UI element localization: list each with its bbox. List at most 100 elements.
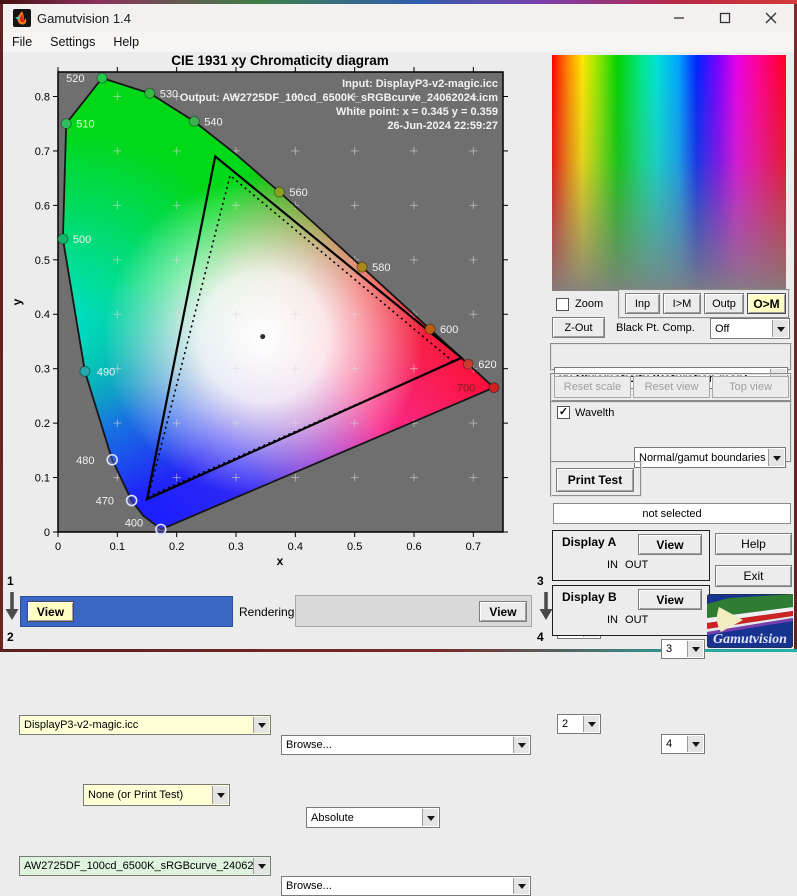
flow-down-arrow-left-icon <box>4 590 20 622</box>
slot2-number: 2 <box>7 630 14 644</box>
chart-title: CIE 1931 xy Chromaticity diagram <box>171 53 389 68</box>
print-test-option-dropdown[interactable]: None (or Print Test) <box>83 784 230 806</box>
selection-status: not selected <box>553 503 791 524</box>
display-b-title: Display B <box>562 590 617 604</box>
inp-button[interactable]: Inp <box>625 293 660 314</box>
maximize-button[interactable] <box>702 4 748 32</box>
dropdown-arrow-icon[interactable] <box>513 878 529 894</box>
dropdown-arrow-icon[interactable] <box>772 320 788 337</box>
svg-text:480: 480 <box>76 455 94 467</box>
svg-text:0.6: 0.6 <box>406 541 421 553</box>
gamutvision-logo: Gamutvision <box>707 594 793 648</box>
dropdown-arrow-icon[interactable] <box>687 641 703 657</box>
help-button[interactable]: Help <box>715 533 792 555</box>
rendering-intent-value: Absolute <box>311 812 354 824</box>
exit-button[interactable]: Exit <box>715 565 792 587</box>
print-test-button[interactable]: Print Test <box>556 468 634 492</box>
svg-text:520: 520 <box>66 73 84 85</box>
menu-bar: File Settings Help <box>3 32 794 52</box>
display-b-in-value: 2 <box>562 718 568 730</box>
browse-output-value: Browse... <box>286 880 332 892</box>
view-output-button[interactable]: View <box>479 601 527 622</box>
input-profile-dropdown[interactable]: DisplayP3-v2-magic.icc <box>19 715 271 735</box>
y-axis-label: y <box>10 298 24 305</box>
svg-text:700: 700 <box>457 383 475 395</box>
outp-button[interactable]: Outp <box>704 293 744 314</box>
boundaries-value: Normal/gamut boundaries <box>639 452 766 464</box>
output-profile-value: AW2725DF_100cd_6500K_sRGBcurve_240620 <box>24 860 260 872</box>
svg-text:0.6: 0.6 <box>35 200 50 212</box>
zoom-checkbox-label: Zoom <box>575 298 603 310</box>
display-a-inout-label: IN OUT <box>607 559 648 571</box>
view-input-button[interactable]: View <box>27 601 74 622</box>
svg-text:0.7: 0.7 <box>466 541 481 553</box>
svg-text:0: 0 <box>55 541 61 553</box>
svg-text:510: 510 <box>76 119 94 131</box>
svg-text:0.2: 0.2 <box>35 418 50 430</box>
annotation-datetime: 26-Jun-2024 22:59:27 <box>387 120 498 132</box>
z-out-button[interactable]: Z-Out <box>552 317 605 338</box>
svg-text:0.5: 0.5 <box>347 541 362 553</box>
svg-text:400: 400 <box>125 517 143 529</box>
zoom-checkbox[interactable] <box>556 298 569 311</box>
top-view-button[interactable]: Top view <box>712 376 789 398</box>
gamut-preview-image[interactable] <box>552 55 786 291</box>
svg-text:560: 560 <box>289 187 307 199</box>
black-pt-comp-value: Off <box>715 323 729 335</box>
display-b-out-value: 4 <box>666 738 672 750</box>
svg-text:0.1: 0.1 <box>110 541 125 553</box>
menu-settings[interactable]: Settings <box>41 33 104 51</box>
menu-help[interactable]: Help <box>104 33 148 51</box>
minimize-button[interactable] <box>656 4 702 32</box>
rendering-intent-dropdown[interactable]: Absolute <box>306 807 440 828</box>
menu-file[interactable]: File <box>3 33 41 51</box>
display-b-view-button[interactable]: View <box>638 589 702 610</box>
black-pt-comp-dropdown[interactable]: Off <box>710 318 790 339</box>
display-b-out-dropdown[interactable]: 4 <box>661 734 705 754</box>
close-button[interactable] <box>748 4 794 32</box>
logo-text: Gamutvision <box>713 632 787 647</box>
i-to-m-button[interactable]: I>M <box>663 293 701 314</box>
display-a-title: Display A <box>562 535 616 549</box>
chromaticity-plot[interactable]: CIE 1931 xy Chromaticity diagram 5205305… <box>8 50 553 570</box>
annotation-white-point: White point: x = 0.345 y = 0.359 <box>336 106 498 118</box>
display-b-in-dropdown[interactable]: 2 <box>557 714 601 734</box>
svg-text:580: 580 <box>372 262 390 274</box>
svg-text:0.5: 0.5 <box>35 255 50 267</box>
print-test-option-value: None (or Print Test) <box>88 789 183 801</box>
dropdown-arrow-icon[interactable] <box>212 786 228 804</box>
dropdown-arrow-icon[interactable] <box>583 716 599 732</box>
display-a-out-dropdown[interactable]: 3 <box>661 639 705 659</box>
display-b-inout-label: IN OUT <box>607 614 648 626</box>
slot1-number: 1 <box>7 574 14 588</box>
svg-text:0.7: 0.7 <box>35 146 50 158</box>
reset-view-button[interactable]: Reset view <box>633 376 710 398</box>
svg-text:0.1: 0.1 <box>35 473 50 485</box>
dropdown-arrow-icon[interactable] <box>768 449 784 466</box>
svg-text:0.2: 0.2 <box>169 541 184 553</box>
output-profile-dropdown[interactable]: AW2725DF_100cd_6500K_sRGBcurve_240620 <box>19 856 271 876</box>
title-bar: Gamutvision 1.4 <box>3 4 794 32</box>
wavelth-checkbox[interactable]: ✓ <box>557 406 570 419</box>
dropdown-arrow-icon[interactable] <box>687 736 703 752</box>
app-icon <box>13 9 31 27</box>
window-title: Gamutvision 1.4 <box>37 11 131 26</box>
browse-input-value: Browse... <box>286 739 332 751</box>
svg-text:490: 490 <box>97 366 115 378</box>
rendering-label: Rendering <box>239 605 294 619</box>
annotation-output: Output: AW2725DF_100cd_6500K_sRGBcurve_2… <box>180 92 498 104</box>
svg-text:0.3: 0.3 <box>228 541 243 553</box>
dropdown-arrow-icon[interactable] <box>513 737 529 753</box>
browse-input-dropdown[interactable]: Browse... <box>281 735 531 755</box>
slot4-number: 4 <box>537 630 544 644</box>
dropdown-arrow-icon[interactable] <box>253 717 269 733</box>
display-a-view-button[interactable]: View <box>638 534 702 555</box>
dropdown-arrow-icon[interactable] <box>253 858 269 874</box>
boundaries-dropdown[interactable]: Normal/gamut boundaries <box>634 447 786 468</box>
black-pt-comp-label: Black Pt. Comp. <box>616 322 695 334</box>
svg-text:0.3: 0.3 <box>35 364 50 376</box>
dropdown-arrow-icon[interactable] <box>422 809 438 826</box>
browse-output-dropdown[interactable]: Browse... <box>281 876 531 896</box>
reset-scale-button[interactable]: Reset scale <box>554 376 631 398</box>
o-to-m-button[interactable]: O>M <box>747 293 786 314</box>
